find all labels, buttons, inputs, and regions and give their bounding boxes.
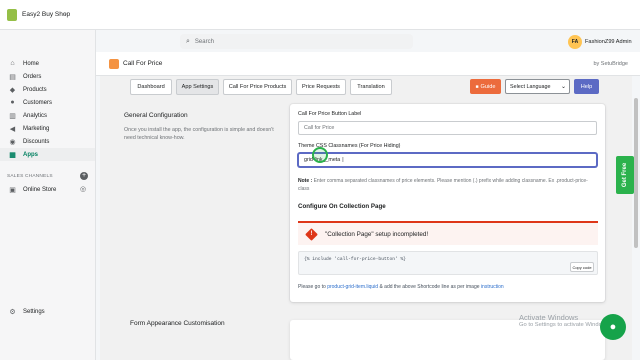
app-logo-icon [109, 59, 119, 69]
sidebar-item-home[interactable]: ⌂ Home [0, 57, 95, 70]
chat-bubble-button[interactable]: ● [600, 314, 626, 340]
template-file-link[interactable]: product-grid-item.liquid [327, 284, 378, 290]
sidebar-item-label: Home [23, 60, 40, 67]
general-configuration-title: General Configuration [124, 112, 188, 119]
user-name: FashionZ99 Admin [585, 38, 632, 45]
video-icon: ■ [475, 83, 479, 90]
note-label: Note : [298, 178, 313, 184]
store-icon: ▣ [9, 186, 16, 194]
general-configuration-description: Once you install the app, the configurat… [124, 127, 274, 141]
search-placeholder: Search [194, 38, 214, 45]
chevron-down-icon[interactable]: ⌄ [63, 10, 68, 17]
eye-icon[interactable]: ◎ [80, 185, 86, 193]
instruction-text: Please go to [298, 284, 326, 290]
tab-bar: Dashboard App Settings Call For Price Pr… [100, 76, 632, 98]
sidebar-item-label: Settings [23, 308, 45, 315]
tab-dashboard[interactable]: Dashboard [130, 79, 172, 95]
guide-button[interactable]: ■ Guide [470, 79, 501, 94]
sales-channels-label: SALES CHANNELS [7, 174, 53, 179]
home-icon: ⌂ [10, 60, 15, 67]
search-input[interactable]: ⌕ Search [180, 34, 413, 49]
top-bar: Easy2 Buy Shop ⌄ [0, 0, 640, 30]
megaphone-icon: ◀ [9, 125, 16, 133]
chart-icon: ▥ [9, 112, 16, 120]
account-menu[interactable]: FA FashionZ99 Admin [568, 34, 632, 49]
classnames-field-label: Theme CSS Classnames (For Price Hiding) [298, 143, 401, 149]
language-select-value: Select Language [510, 83, 551, 90]
general-configuration-card: Call For Price Button Label Call for Pri… [290, 104, 605, 302]
guide-label: Guide [480, 83, 496, 90]
scrollbar[interactable] [634, 98, 638, 248]
instruction-text: & add the above Shortcode line as per im… [379, 284, 480, 290]
person-icon: ● [10, 99, 15, 106]
sidebar-item-label: Apps [23, 151, 38, 158]
collection-instructions: Please go to product-grid-item.liquid & … [298, 284, 504, 290]
sidebar-item-marketing[interactable]: ◀ Marketing [0, 122, 95, 135]
collection-page-title: Configure On Collection Page [298, 203, 386, 210]
sidebar-item-label: Online Store [23, 186, 57, 193]
add-channel-icon[interactable]: + [80, 172, 88, 180]
warning-icon: ! [305, 227, 318, 241]
activate-windows-title: Activate Windows [519, 313, 579, 322]
app-title: Call For Price [123, 60, 163, 67]
sidebar-item-settings[interactable]: ⚙ Settings [0, 305, 95, 318]
sidebar-item-customers[interactable]: ● Customers [0, 96, 95, 109]
button-label-input[interactable]: Call for Price [298, 121, 597, 135]
chevron-down-icon: ⌄ [560, 84, 566, 90]
help-button[interactable]: Help [574, 79, 599, 94]
sidebar-item-analytics[interactable]: ▥ Analytics [0, 109, 95, 122]
tab-call-for-price-products[interactable]: Call For Price Products [223, 79, 292, 95]
get-free-tab[interactable]: Get Free [616, 156, 634, 194]
tab-app-settings[interactable]: App Settings [176, 79, 219, 95]
classnames-input[interactable]: grid-link__meta | [298, 153, 597, 167]
sidebar-item-orders[interactable]: ▤ Orders [0, 70, 95, 83]
sidebar-item-discounts[interactable]: ◉ Discounts [0, 135, 95, 148]
chat-icon: ● [609, 321, 617, 333]
orders-icon: ▤ [9, 73, 16, 81]
text-cursor: | [342, 157, 344, 163]
mouse-cursor-indicator [312, 147, 328, 163]
activate-windows-subtitle: Go to Settings to activate Windows. [519, 322, 611, 328]
tag-icon: ◆ [9, 86, 16, 94]
instruction-link[interactable]: instruction [481, 284, 504, 290]
sidebar: ⌂ Home ▤ Orders ◆ Products ● Customers ▥ Anal… [0, 30, 96, 360]
sidebar-item-label: Analytics [23, 112, 48, 119]
note-text: Enter comma separated classnames of pric… [298, 178, 588, 192]
sidebar-item-label: Orders [23, 73, 42, 80]
sidebar-item-label: Customers [23, 99, 53, 106]
form-appearance-title: Form Appearance Customisation [130, 320, 225, 327]
avatar: FA [568, 34, 582, 49]
shortcode-box: {% include 'call-for-price-button' %} Co… [298, 251, 598, 275]
collection-setup-alert: ! "Collection Page" setup incompleted! [298, 221, 598, 245]
shortcode-text[interactable]: {% include 'call-for-price-button' %} [304, 257, 406, 262]
sidebar-item-label: Discounts [23, 138, 50, 145]
copy-code-button[interactable]: Copy code [570, 262, 594, 272]
sidebar-item-products[interactable]: ◆ Products [0, 83, 95, 96]
apps-icon: ▦ [9, 151, 16, 159]
get-free-label: Get Free [622, 162, 628, 188]
search-icon: ⌕ [186, 37, 190, 45]
classnames-note: Note : Enter comma separated classnames … [298, 178, 598, 193]
shopify-logo-icon[interactable] [7, 9, 17, 21]
discount-icon: ◉ [9, 138, 16, 146]
tab-price-requests[interactable]: Price Requests [296, 79, 346, 95]
app-developer: by SetuBridge [593, 61, 628, 67]
gear-icon: ⚙ [9, 308, 16, 316]
button-label-field-label: Call For Price Button Label [298, 111, 362, 117]
alert-message: "Collection Page" setup incompleted! [325, 230, 429, 238]
tab-translation[interactable]: Translation [350, 79, 392, 95]
sidebar-item-label: Marketing [23, 125, 50, 132]
app-header: Call For Price by SetuBridge [96, 52, 640, 76]
sidebar-item-label: Products [23, 86, 47, 93]
sidebar-item-apps[interactable]: ▦ Apps [0, 148, 95, 161]
language-select[interactable]: Select Language ⌄ [505, 79, 570, 94]
